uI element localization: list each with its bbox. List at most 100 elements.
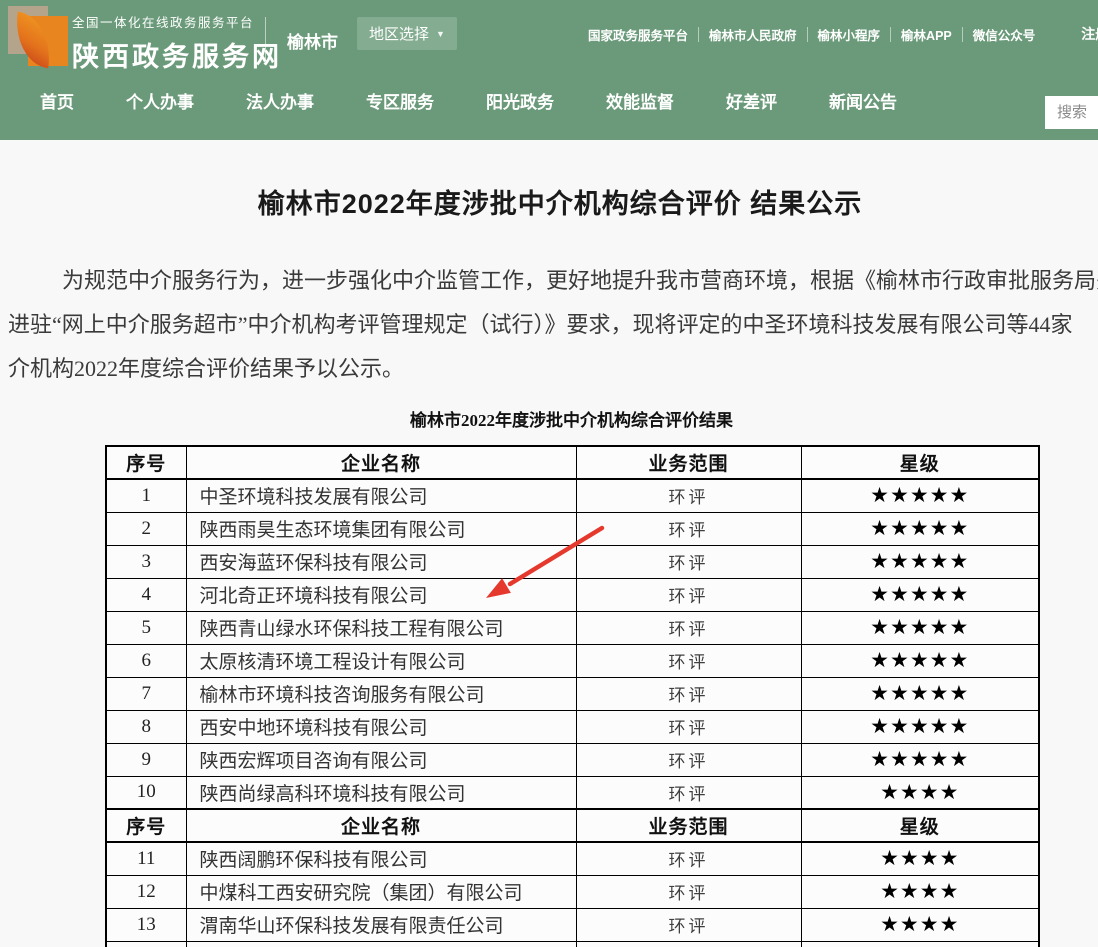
cell-business-scope: 环评 (576, 743, 801, 776)
region-select-label: 地区选择 (369, 23, 429, 44)
header-links: 国家政务服务平台榆林市人民政府榆林小程序榆林APP微信公众号 注册 (578, 24, 1098, 44)
cell-company-name: 中圣环境科技发展有限公司 (186, 479, 576, 512)
cell-company-name: 榆林市环境科技咨询服务有限公司 (186, 677, 576, 710)
paragraph-line: 进驻“网上中介服务超市”中介机构考评管理规定（试行）》要求，现将评定的中圣环境科… (8, 303, 1098, 347)
search-input[interactable] (1045, 96, 1098, 129)
cell-company-name: 西安中地环境科技有限公司 (186, 710, 576, 743)
cell-serial: 8 (106, 710, 186, 743)
table-row: 3西安海蓝环保科技有限公司环评★★★★★ (106, 545, 1039, 578)
table-row: 5陕西青山绿水环保科技工程有限公司环评★★★★★ (106, 611, 1039, 644)
nav-item[interactable]: 首页 (40, 88, 74, 113)
cell-serial: 7 (106, 677, 186, 710)
table-row: 1中圣环境科技发展有限公司环评★★★★★ (106, 479, 1039, 512)
table-row: 9陕西宏辉项目咨询有限公司环评★★★★★ (106, 743, 1039, 776)
cell-star-rating: ★★★★ (801, 776, 1039, 809)
nav-item[interactable]: 个人办事 (126, 88, 194, 113)
cell-business-scope: 环评 (576, 677, 801, 710)
header-link[interactable]: 榆林市人民政府 (699, 25, 807, 44)
table-row: 12中煤科工西安研究院（集团）有限公司环评★★★★ (106, 875, 1039, 908)
site-logo (8, 6, 68, 70)
current-city-label: 榆林市 (287, 28, 338, 53)
cell-company-name: 太原核清环境工程设计有限公司 (186, 644, 576, 677)
cell-business-scope: 环评 (576, 611, 801, 644)
cell-serial: 10 (106, 776, 186, 809)
column-header: 企业名称 (186, 809, 576, 842)
nav-item[interactable]: 好差评 (726, 88, 777, 113)
cell-serial: 9 (106, 743, 186, 776)
column-header: 星级 (801, 809, 1039, 842)
cell-business-scope: 环评 (576, 710, 801, 743)
header-link[interactable]: 榆林APP (891, 25, 962, 44)
cell-serial: 13 (106, 908, 186, 941)
cell-star-rating: ★★★★★ (801, 512, 1039, 545)
header-link[interactable]: 微信公众号 (963, 25, 1046, 44)
header-divider (265, 17, 266, 61)
cell-star-rating: ★★★★★ (801, 644, 1039, 677)
site-name: 陕西政务服务网 (72, 35, 282, 74)
header-link[interactable]: 榆林小程序 (808, 25, 891, 44)
cell-business-scope: 环评 (576, 479, 801, 512)
table-row: 2陕西雨昊生态环境集团有限公司环评★★★★★ (106, 512, 1039, 545)
cell-company-name: 陕西阔鹏环保科技有限公司 (186, 842, 576, 875)
cell-serial: 6 (106, 644, 186, 677)
table-row: 13渭南华山环保科技发展有限责任公司环评★★★★ (106, 908, 1039, 941)
table-row: 7榆林市环境科技咨询服务有限公司环评★★★★★ (106, 677, 1039, 710)
cell-business-scope: 环评 (576, 776, 801, 809)
eval-table: 序号企业名称业务范围星级1中圣环境科技发展有限公司环评★★★★★2陕西雨昊生态环… (105, 445, 1040, 947)
cell-empty (576, 941, 801, 947)
table-row: 10陕西尚绿高科环境科技有限公司环评★★★★ (106, 776, 1039, 809)
page-title: 榆林市2022年度涉批中介机构综合评价 结果公示 (0, 182, 1098, 221)
nav-menu: 首页 个人办事 法人办事 专区服务 阳光政务 效能监督 好差评 新闻公告 (40, 88, 897, 113)
column-header: 序号 (106, 446, 186, 479)
table-row: 4河北奇正环境科技有限公司环评★★★★★ (106, 578, 1039, 611)
cell-company-name: 中煤科工西安研究院（集团）有限公司 (186, 875, 576, 908)
column-header: 星级 (801, 446, 1039, 479)
cell-business-scope: 环评 (576, 578, 801, 611)
table-row: 6太原核清环境工程设计有限公司环评★★★★★ (106, 644, 1039, 677)
cell-serial: 11 (106, 842, 186, 875)
page: { "colors":{ "band_green":"#6A9A79", "ar… (0, 0, 1098, 947)
table-header-row: 序号企业名称业务范围星级 (106, 809, 1039, 842)
cell-business-scope: 环评 (576, 512, 801, 545)
nav-item[interactable]: 法人办事 (246, 88, 314, 113)
cell-serial: 4 (106, 578, 186, 611)
nav-item[interactable]: 新闻公告 (829, 88, 897, 113)
site-header-band: 全国一体化在线政务服务平台 陕西政务服务网 榆林市 地区选择 ▼ 国家政务服务平… (0, 0, 1098, 140)
header-link[interactable]: 国家政务服务平台 (578, 25, 698, 44)
cell-star-rating: ★★★★★ (801, 611, 1039, 644)
cell-serial: 2 (106, 512, 186, 545)
cell-star-rating: ★★★★★ (801, 677, 1039, 710)
nav-item[interactable]: 专区服务 (366, 88, 434, 113)
cell-serial: 5 (106, 611, 186, 644)
cell-star-rating: ★★★★★ (801, 545, 1039, 578)
cell-star-rating: ★★★★★ (801, 479, 1039, 512)
cell-star-rating: ★★★★ (801, 908, 1039, 941)
cell-star-rating: ★★★★ (801, 842, 1039, 875)
region-select-button[interactable]: 地区选择 ▼ (357, 17, 457, 50)
cell-serial: 3 (106, 545, 186, 578)
cell-empty (106, 941, 186, 947)
column-header: 企业名称 (186, 446, 576, 479)
table-caption: 榆林市2022年度涉批中介机构综合评价结果 (105, 406, 1038, 431)
announcement-paragraph: 为规范中介服务行为，进一步强化中介监管工作，更好地提升我市营商环境，根据《榆林市… (8, 259, 1098, 391)
column-header: 序号 (106, 809, 186, 842)
cell-company-name: 陕西宏辉项目咨询有限公司 (186, 743, 576, 776)
cell-company-name: 陕西雨昊生态环境集团有限公司 (186, 512, 576, 545)
cell-business-scope: 环评 (576, 545, 801, 578)
register-link[interactable]: 注册 (1081, 24, 1098, 44)
paragraph-line: 介机构2022年度综合评价结果予以公示。 (8, 347, 1098, 391)
nav-item[interactable]: 阳光政务 (486, 88, 554, 113)
cell-business-scope: 环评 (576, 908, 801, 941)
cell-serial: 1 (106, 479, 186, 512)
cell-business-scope: 环评 (576, 644, 801, 677)
cell-star-rating: ★★★★★ (801, 578, 1039, 611)
cell-company-name: 陕西青山绿水环保科技工程有限公司 (186, 611, 576, 644)
column-header: 业务范围 (576, 446, 801, 479)
cell-empty (186, 941, 576, 947)
platform-subtitle: 全国一体化在线政务服务平台 (72, 12, 282, 31)
cell-company-name: 渭南华山环保科技发展有限责任公司 (186, 908, 576, 941)
cell-company-name: 陕西尚绿高科环境科技有限公司 (186, 776, 576, 809)
nav-item[interactable]: 效能监督 (606, 88, 674, 113)
cell-empty (801, 941, 1039, 947)
cell-serial: 12 (106, 875, 186, 908)
